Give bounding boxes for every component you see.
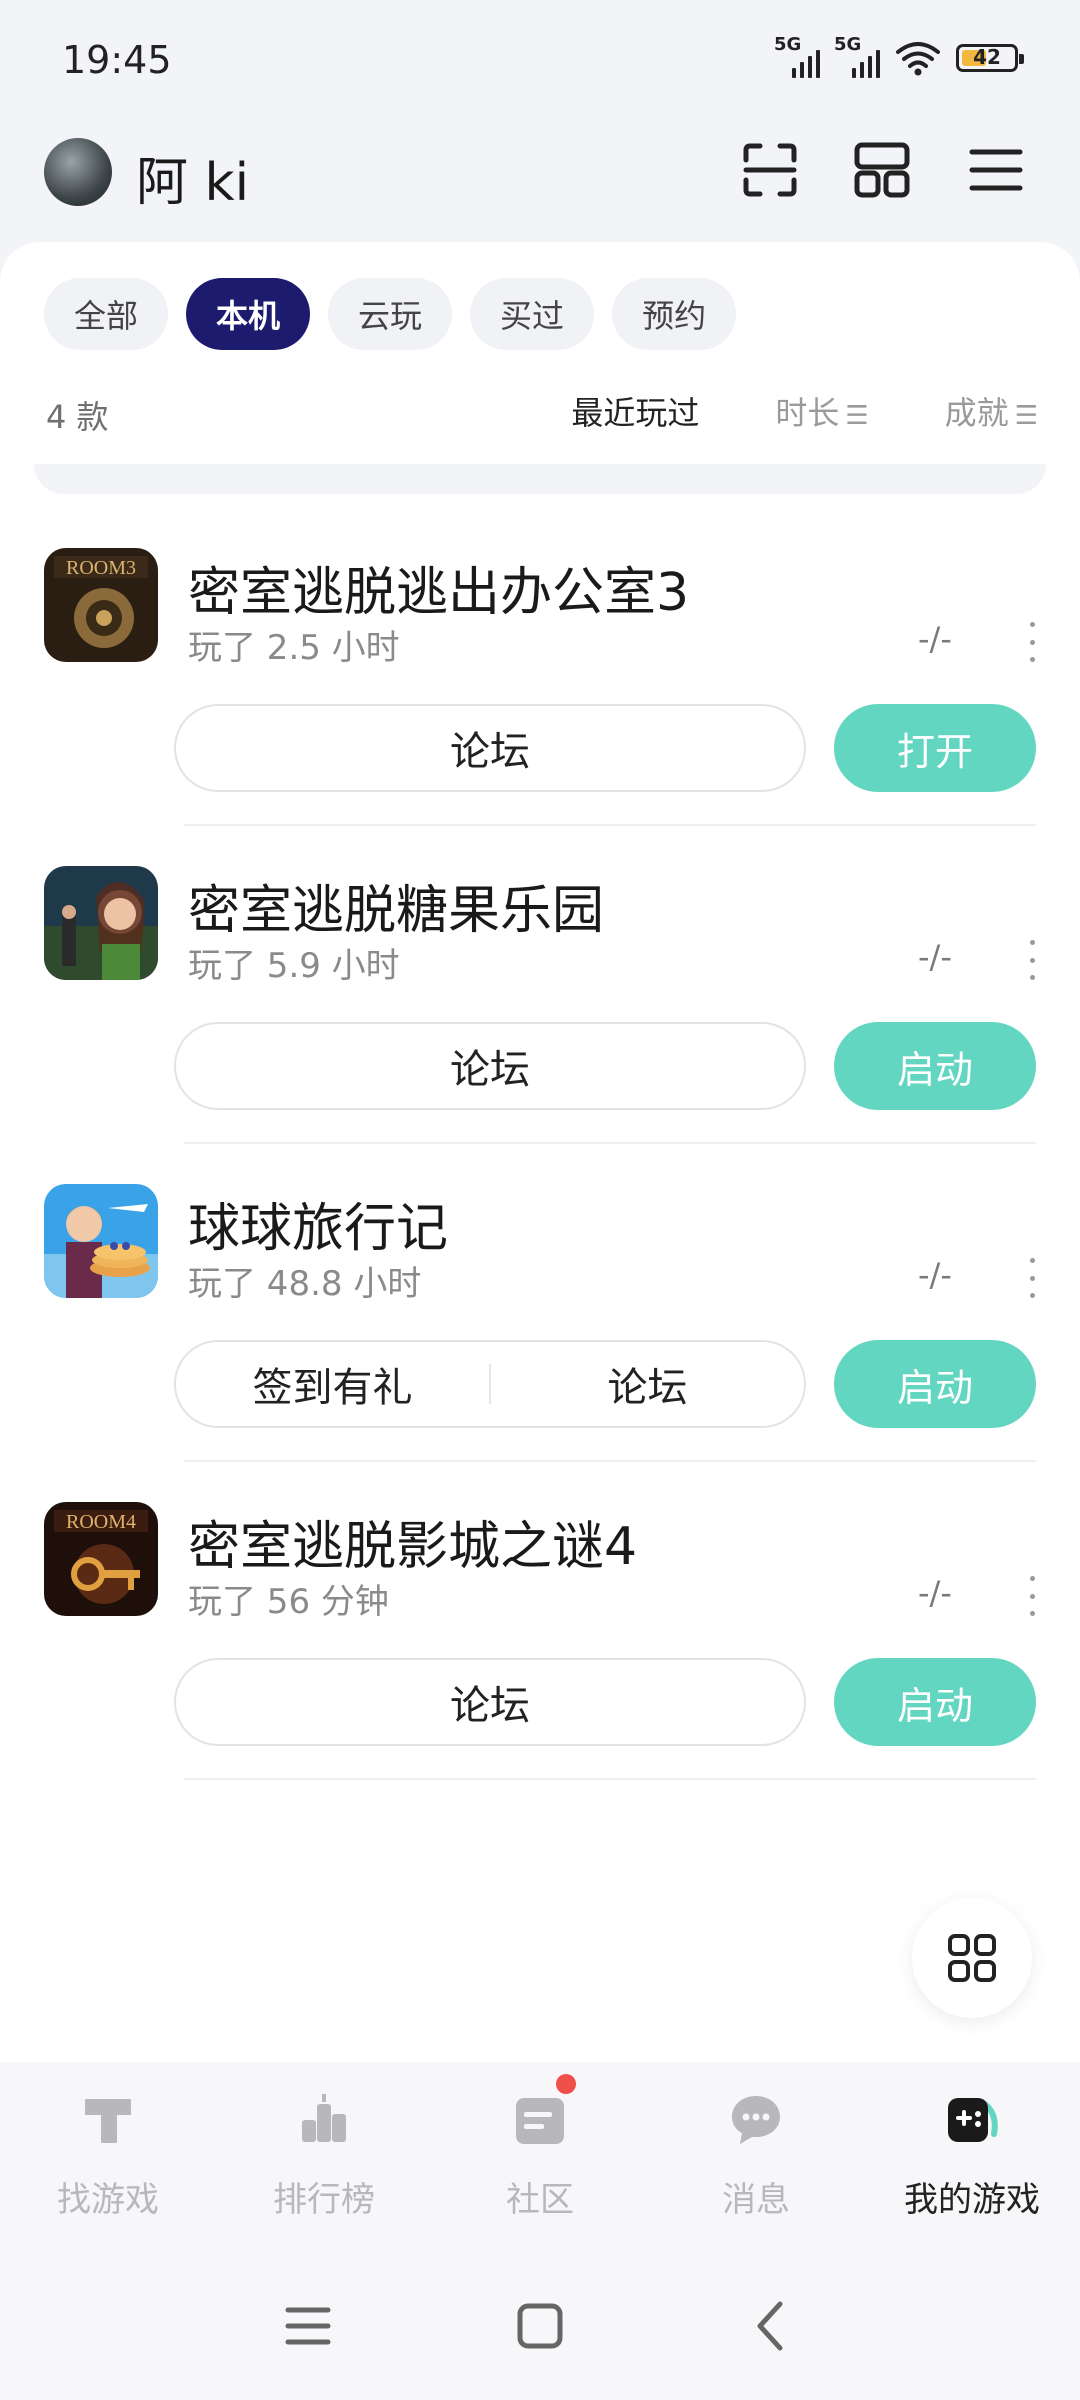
- links-pill: 论坛: [174, 1022, 806, 1110]
- message-icon: [732, 2096, 780, 2144]
- open-button[interactable]: 打开: [834, 704, 1036, 792]
- chip-all[interactable]: 全部: [44, 278, 169, 350]
- game-item[interactable]: 球球旅行记 玩了 48.8 小时 -/- 签到有礼 论坛 启动: [0, 1180, 1080, 1498]
- launch-button[interactable]: 启动: [834, 1022, 1036, 1110]
- game-title[interactable]: 密室逃脱影城之谜4: [188, 1504, 637, 1579]
- divider: [34, 464, 1046, 494]
- header: 阿 ki: [0, 130, 1080, 240]
- game-item[interactable]: 密室逃脱糖果乐园 玩了 5.9 小时 -/- 论坛 启动: [0, 862, 1080, 1180]
- home-icon[interactable]: [510, 2296, 570, 2356]
- nav-label: 排行榜: [273, 2180, 375, 2220]
- play-time: 玩了 48.8 小时: [188, 1264, 422, 1304]
- system-nav-bar: [0, 2242, 1080, 2400]
- divider: [184, 824, 1036, 826]
- play-time: 玩了 2.5 小时: [188, 628, 400, 668]
- game-title[interactable]: 密室逃脱糖果乐园: [188, 868, 604, 943]
- status-icons: 5G 5G 42: [774, 34, 1024, 78]
- divider: [184, 1460, 1036, 1462]
- divider: [184, 1778, 1036, 1780]
- layout-icon[interactable]: [852, 140, 912, 200]
- achievement-score: -/-: [918, 620, 952, 658]
- game-count: 4 款: [46, 398, 109, 436]
- sort-duration[interactable]: 时长 ☰: [775, 388, 868, 434]
- forum-button[interactable]: 论坛: [176, 1037, 804, 1095]
- achievement-score: -/-: [918, 938, 952, 976]
- links-pill: 论坛: [174, 1658, 806, 1746]
- nav-find-game[interactable]: 找游戏: [0, 2090, 216, 2221]
- battery-icon: 42: [956, 44, 1024, 72]
- nav-my-games[interactable]: 我的游戏: [864, 2090, 1080, 2221]
- more-options-icon[interactable]: [1026, 940, 1038, 980]
- scan-icon[interactable]: [740, 140, 800, 200]
- more-options-icon[interactable]: [1026, 1258, 1038, 1298]
- achievement-score: -/-: [918, 1256, 952, 1294]
- links-pill: 签到有礼 论坛: [174, 1340, 806, 1428]
- nav-label: 社区: [506, 2180, 574, 2220]
- svg-text:ROOM4: ROOM4: [66, 1511, 136, 1533]
- wifi-icon: [896, 42, 940, 76]
- chip-purchased[interactable]: 买过: [470, 278, 595, 350]
- divider: [184, 1142, 1036, 1144]
- sort-achievement-label: 成就: [944, 394, 1009, 432]
- sort-achievement[interactable]: 成就 ☰: [945, 388, 1038, 434]
- bottom-nav: 找游戏 排行榜 社区 消息 我的游戏: [0, 2062, 1080, 2242]
- username[interactable]: 阿 ki: [136, 140, 249, 215]
- chip-cloud[interactable]: 云玩: [328, 278, 453, 350]
- nav-message[interactable]: 消息: [648, 2090, 864, 2221]
- svg-text:ROOM3: ROOM3: [66, 557, 136, 579]
- forum-button[interactable]: 论坛: [176, 1673, 804, 1731]
- forum-button[interactable]: 论坛: [491, 1355, 804, 1413]
- launch-button[interactable]: 启动: [834, 1340, 1036, 1428]
- signal-icon: 5G: [834, 34, 880, 78]
- achievement-score: -/-: [918, 1574, 952, 1612]
- recent-apps-icon[interactable]: [278, 2296, 338, 2356]
- sort-order-icon: ☰: [845, 401, 869, 431]
- signal-icon: 5G: [774, 34, 820, 78]
- my-games-icon: [948, 2098, 998, 2142]
- floating-grid-button[interactable]: [912, 1898, 1032, 2018]
- nav-label: 找游戏: [57, 2180, 159, 2220]
- play-time: 玩了 5.9 小时: [188, 946, 400, 986]
- more-options-icon[interactable]: [1026, 622, 1038, 662]
- sort-order-icon: ☰: [1014, 401, 1038, 431]
- sort-options: 最近玩过 时长 ☰ 成就 ☰: [571, 388, 1038, 434]
- game-item[interactable]: ROOM4 密室逃脱影城之谜4 玩了 56 分钟 -/- 论坛 启动: [0, 1498, 1080, 1816]
- filter-chips: 全部 本机 云玩 买过 预约: [44, 278, 737, 350]
- game-title[interactable]: 球球旅行记: [188, 1186, 448, 1261]
- status-time: 19:45: [62, 38, 172, 82]
- community-icon: [516, 2098, 564, 2144]
- sort-duration-label: 时长: [775, 394, 840, 432]
- nav-community[interactable]: 社区: [432, 2090, 648, 2221]
- chip-local[interactable]: 本机: [186, 278, 311, 350]
- ranking-icon: [302, 2094, 346, 2142]
- chip-reserved[interactable]: 预约: [612, 278, 737, 350]
- checkin-gift-button[interactable]: 签到有礼: [176, 1355, 489, 1413]
- status-bar: 19:45 5G 5G 42: [0, 0, 1080, 120]
- launch-button[interactable]: 启动: [834, 1658, 1036, 1746]
- game-item[interactable]: ROOM3 密室逃脱逃出办公室3 玩了 2.5 小时 -/- 论坛 打开: [0, 544, 1080, 862]
- nav-ranking[interactable]: 排行榜: [216, 2090, 432, 2221]
- notification-badge: [556, 2074, 576, 2094]
- links-pill: 论坛: [174, 704, 806, 792]
- grid-icon: [948, 1934, 996, 1982]
- forum-button[interactable]: 论坛: [176, 719, 804, 777]
- game-icon-room4[interactable]: ROOM4: [44, 1502, 158, 1616]
- game-icon-room3[interactable]: ROOM3: [44, 548, 158, 662]
- play-time: 玩了 56 分钟: [188, 1582, 389, 1622]
- back-icon[interactable]: [742, 2296, 802, 2356]
- find-game-icon: [85, 2099, 131, 2143]
- game-title[interactable]: 密室逃脱逃出办公室3: [188, 550, 689, 625]
- main-content: 全部 本机 云玩 买过 预约 4 款 最近玩过 时长 ☰ 成就 ☰ ROOM3 密室…: [0, 242, 1080, 2062]
- game-icon-candy-park[interactable]: [44, 866, 158, 980]
- nav-label: 我的游戏: [904, 2180, 1040, 2220]
- game-icon-ball-travel[interactable]: [44, 1184, 158, 1298]
- nav-label: 消息: [722, 2180, 790, 2220]
- avatar[interactable]: [44, 138, 112, 206]
- sort-recent[interactable]: 最近玩过: [571, 388, 699, 434]
- menu-icon[interactable]: [966, 140, 1026, 200]
- more-options-icon[interactable]: [1026, 1576, 1038, 1616]
